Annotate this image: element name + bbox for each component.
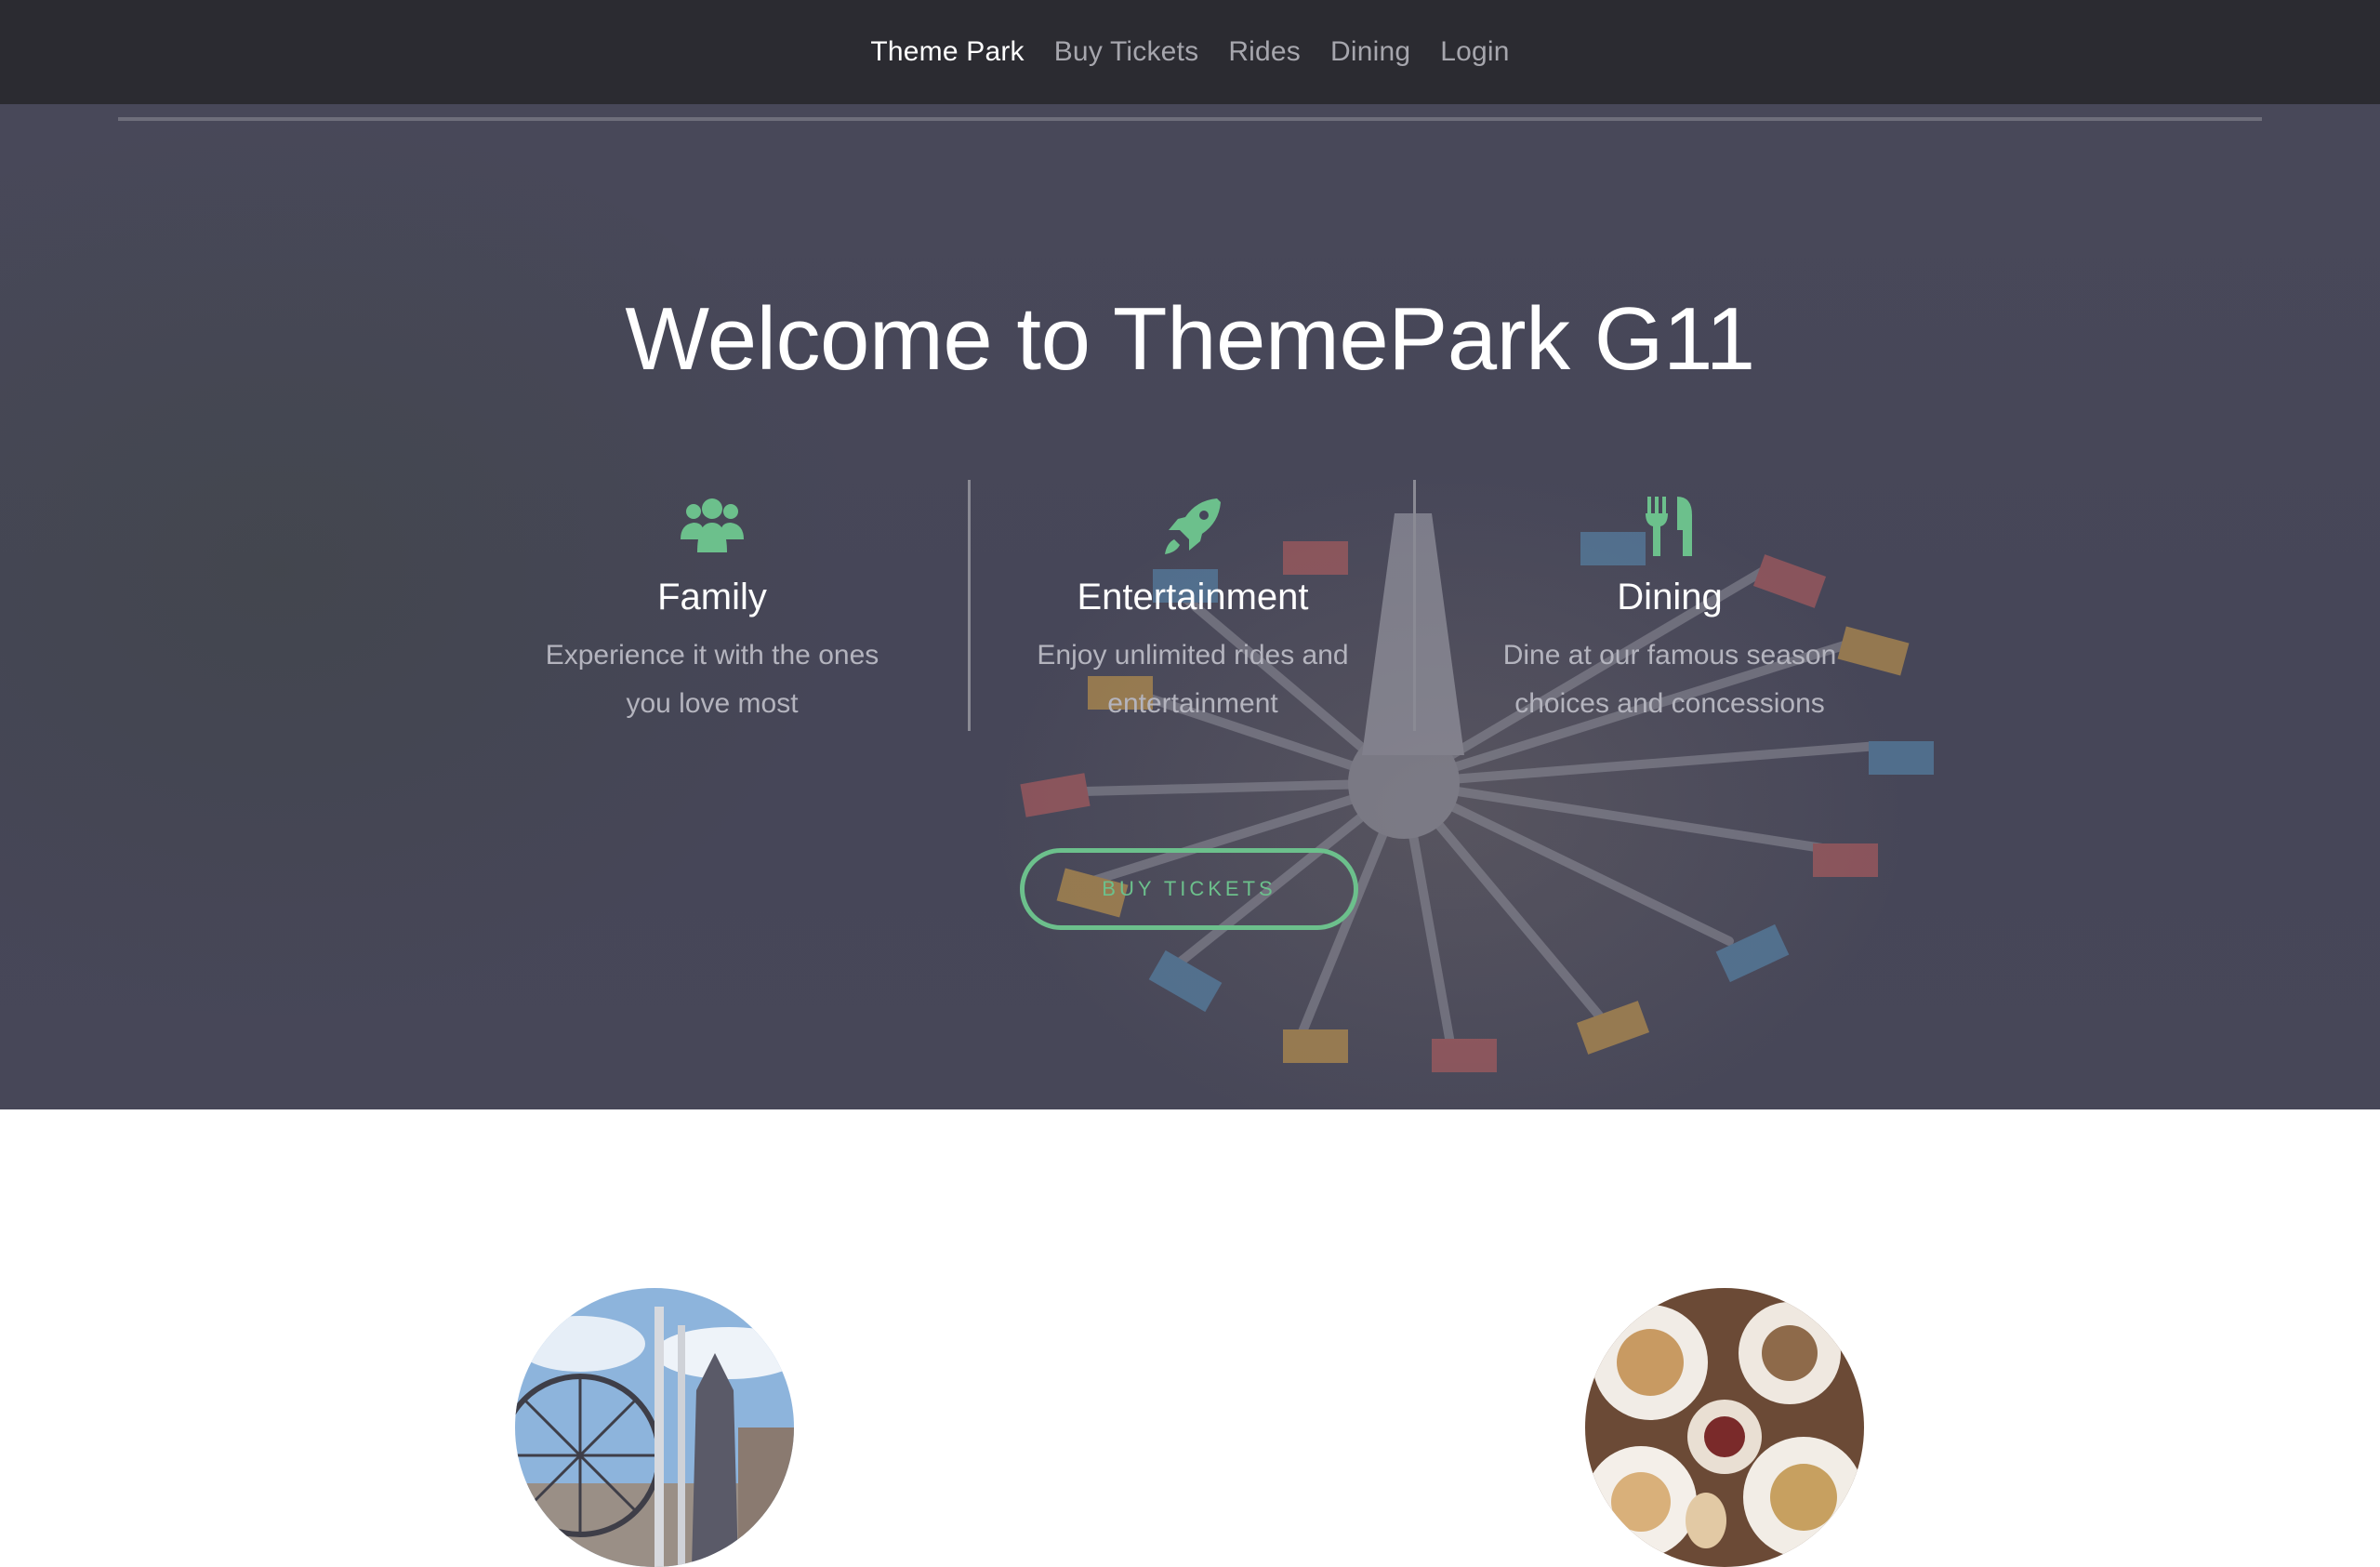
nav-link-login[interactable]: Login <box>1440 36 1509 68</box>
buy-tickets-button[interactable]: BUY TICKETS <box>1020 848 1358 930</box>
feature-entertainment: Entertainment Enjoy unlimited rides and … <box>998 493 1388 728</box>
feature-family: Family Experience it with the ones you l… <box>517 493 907 728</box>
nav-link-dining[interactable]: Dining <box>1330 36 1410 68</box>
users-icon <box>681 498 744 552</box>
rocket-icon <box>1165 498 1221 554</box>
feature-dining-description: Dine at our famous season choices and co… <box>1502 640 1837 719</box>
attractions-section <box>0 1109 2380 1567</box>
hero-section: Welcome to ThemePark G11 Family Experien… <box>0 104 2380 1109</box>
feature-family-heading: Family <box>657 577 767 618</box>
feature-divider <box>968 480 971 731</box>
hero-divider-line <box>118 117 2262 121</box>
nav-link-buy-tickets[interactable]: Buy Tickets <box>1054 36 1199 68</box>
feature-divider <box>1413 480 1416 731</box>
top-navbar: Theme Park Buy Tickets Rides Dining Logi… <box>0 0 2380 104</box>
feature-entertainment-description: Enjoy unlimited rides and entertainment <box>1037 640 1349 719</box>
nav-brand-link[interactable]: Theme Park <box>870 36 1024 68</box>
utensils-icon <box>1646 497 1692 556</box>
dining-photo <box>1585 1288 1864 1567</box>
feature-entertainment-heading: Entertainment <box>1077 577 1309 618</box>
rides-photo <box>515 1288 794 1567</box>
dining-thumbnail[interactable] <box>1585 1288 1864 1567</box>
feature-dining: Dining Dine at our famous season choices… <box>1474 493 1865 728</box>
hero-title: Welcome to ThemePark G11 <box>625 289 1755 389</box>
feature-family-description: Experience it with the ones you love mos… <box>545 640 879 719</box>
nav-link-rides[interactable]: Rides <box>1228 36 1301 68</box>
feature-dining-heading: Dining <box>1617 577 1723 618</box>
rides-thumbnail[interactable] <box>515 1288 794 1567</box>
